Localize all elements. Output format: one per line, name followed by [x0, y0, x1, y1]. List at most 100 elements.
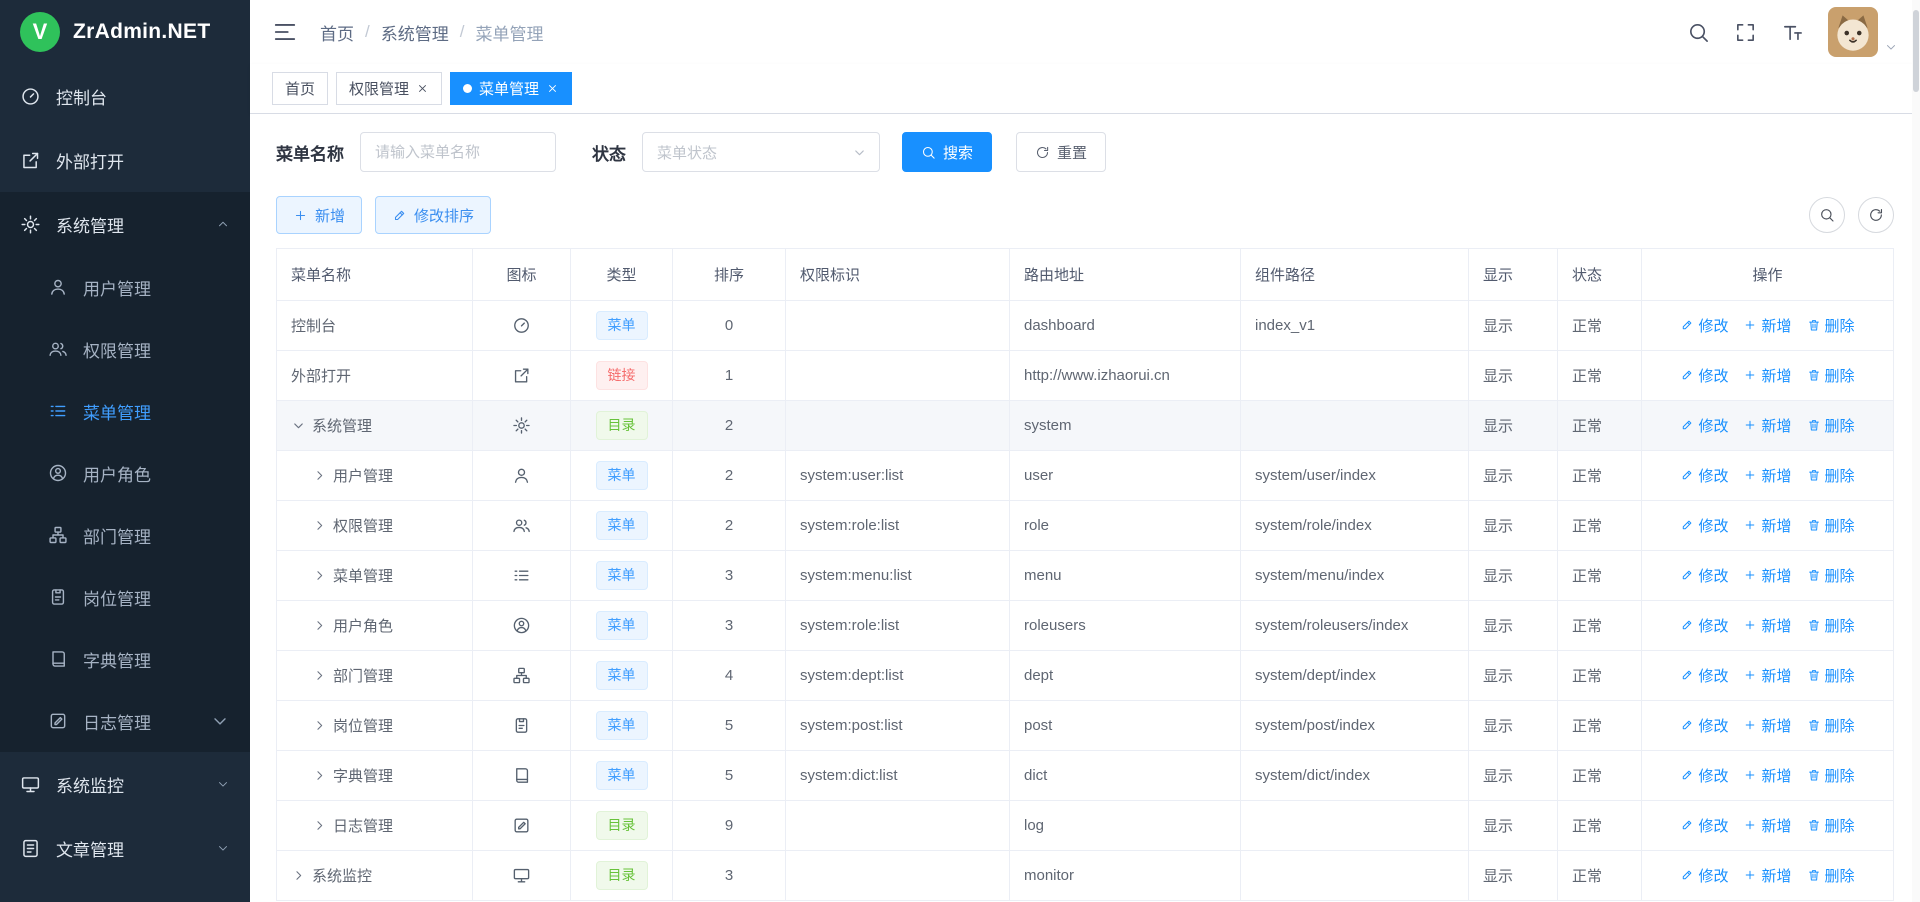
navbar-search-button[interactable] [1687, 21, 1710, 44]
app-logo[interactable]: V ZrAdmin.NET [0, 0, 250, 64]
breadcrumb-separator: / [460, 22, 465, 42]
row-edit-link[interactable]: 修改 [1680, 865, 1728, 886]
row-delete-link[interactable]: 删除 [1807, 815, 1855, 836]
perm-cell [786, 301, 1010, 351]
reset-button-label: 重置 [1057, 142, 1087, 163]
row-edit-link[interactable]: 修改 [1680, 465, 1728, 486]
row-add-link[interactable]: 新增 [1743, 715, 1791, 736]
row-delete-link[interactable]: 删除 [1807, 665, 1855, 686]
font-size-button[interactable] [1781, 21, 1804, 44]
dict-icon [48, 649, 68, 669]
type-tag: 菜单 [596, 561, 648, 589]
plus-icon [1743, 818, 1757, 832]
chevron-right-icon[interactable] [312, 618, 327, 633]
breadcrumb-item[interactable]: 首页 [320, 20, 354, 45]
row-edit-link[interactable]: 修改 [1680, 765, 1728, 786]
log-icon [48, 711, 68, 731]
row-add-link[interactable]: 新增 [1743, 365, 1791, 386]
row-add-link[interactable]: 新增 [1743, 765, 1791, 786]
table-row: 岗位管理菜单5system:post:listpostsystem/post/i… [277, 701, 1894, 751]
sidebar-item-post[interactable]: 岗位管理 [0, 566, 250, 628]
chevron-right-icon[interactable] [312, 568, 327, 583]
row-add-link[interactable]: 新增 [1743, 615, 1791, 636]
sidebar-item-dict[interactable]: 字典管理 [0, 628, 250, 690]
sidebar-item-log[interactable]: 日志管理 [0, 690, 250, 752]
row-add-link[interactable]: 新增 [1743, 665, 1791, 686]
breadcrumb-item[interactable]: 系统管理 [381, 20, 449, 45]
toggle-search-button[interactable] [1809, 197, 1845, 233]
delete-icon [1807, 868, 1821, 882]
row-add-link[interactable]: 新增 [1743, 315, 1791, 336]
page-scrollbar-thumb[interactable] [1913, 10, 1919, 92]
menu-name: 用户角色 [333, 615, 393, 636]
chevron-right-icon[interactable] [312, 668, 327, 683]
row-add-link[interactable]: 新增 [1743, 465, 1791, 486]
article-icon [20, 838, 41, 859]
user-avatar[interactable] [1828, 7, 1878, 57]
close-icon[interactable] [546, 82, 559, 95]
status-select[interactable]: 菜单状态 [642, 132, 880, 172]
chevron-right-icon[interactable] [312, 718, 327, 733]
row-edit-link[interactable]: 修改 [1680, 415, 1728, 436]
order-cell: 3 [673, 601, 786, 651]
sidebar-item-dashboard[interactable]: 控制台 [0, 64, 250, 128]
menu-name-input[interactable] [360, 132, 556, 172]
row-edit-link[interactable]: 修改 [1680, 365, 1728, 386]
row-edit-link[interactable]: 修改 [1680, 715, 1728, 736]
row-delete-link[interactable]: 删除 [1807, 315, 1855, 336]
chevron-right-icon[interactable] [312, 518, 327, 533]
row-delete-link[interactable]: 删除 [1807, 465, 1855, 486]
sidebar-item-list[interactable]: 菜单管理 [0, 380, 250, 442]
add-button[interactable]: 新增 [276, 196, 362, 234]
tab-1[interactable]: 权限管理 [336, 72, 442, 105]
row-delete-link[interactable]: 删除 [1807, 615, 1855, 636]
row-add-link[interactable]: 新增 [1743, 565, 1791, 586]
row-delete-link[interactable]: 删除 [1807, 415, 1855, 436]
sidebar-item-tree[interactable]: 部门管理 [0, 504, 250, 566]
list-icon [512, 566, 531, 585]
close-icon[interactable] [416, 82, 429, 95]
row-add-link[interactable]: 新增 [1743, 515, 1791, 536]
table-refresh-button[interactable] [1858, 197, 1894, 233]
sidebar-toggle-button[interactable] [272, 19, 298, 45]
row-delete-link[interactable]: 删除 [1807, 865, 1855, 886]
sidebar-item-users[interactable]: 权限管理 [0, 318, 250, 380]
sidebar-item-article[interactable]: 文章管理 [0, 816, 250, 880]
reset-button[interactable]: 重置 [1016, 132, 1106, 172]
row-add-link[interactable]: 新增 [1743, 415, 1791, 436]
breadcrumb-item[interactable]: 菜单管理 [475, 20, 543, 45]
visible-cell: 显示 [1469, 551, 1558, 601]
sort-edit-button[interactable]: 修改排序 [375, 196, 491, 234]
chevron-right-icon[interactable] [312, 768, 327, 783]
row-edit-link[interactable]: 修改 [1680, 665, 1728, 686]
sidebar-item-user[interactable]: 用户管理 [0, 256, 250, 318]
row-edit-link[interactable]: 修改 [1680, 815, 1728, 836]
row-delete-link[interactable]: 删除 [1807, 765, 1855, 786]
row-delete-link[interactable]: 删除 [1807, 565, 1855, 586]
tab-0[interactable]: 首页 [272, 72, 328, 105]
sidebar-item-monitor[interactable]: 系统监控 [0, 752, 250, 816]
sidebar-item-userrole[interactable]: 用户角色 [0, 442, 250, 504]
order-cell: 5 [673, 751, 786, 801]
chevron-right-icon[interactable] [312, 468, 327, 483]
fullscreen-button[interactable] [1734, 21, 1757, 44]
row-edit-link[interactable]: 修改 [1680, 565, 1728, 586]
sidebar-item-external[interactable]: 外部打开 [0, 128, 250, 192]
row-delete-link[interactable]: 删除 [1807, 365, 1855, 386]
sidebar-item-gear[interactable]: 系统管理 [0, 192, 250, 256]
user-menu-caret[interactable] [1884, 40, 1898, 54]
row-edit-link[interactable]: 修改 [1680, 515, 1728, 536]
chevron-down-icon[interactable] [291, 418, 306, 433]
chevron-right-icon[interactable] [291, 868, 306, 883]
row-delete-link[interactable]: 删除 [1807, 715, 1855, 736]
chevron-right-icon[interactable] [312, 818, 327, 833]
row-edit-link[interactable]: 修改 [1680, 315, 1728, 336]
row-edit-link[interactable]: 修改 [1680, 615, 1728, 636]
search-button[interactable]: 搜索 [902, 132, 992, 172]
row-add-link[interactable]: 新增 [1743, 865, 1791, 886]
row-add-link[interactable]: 新增 [1743, 815, 1791, 836]
tab-2[interactable]: 菜单管理 [450, 72, 572, 105]
type-tag: 链接 [596, 361, 648, 389]
row-delete-link[interactable]: 删除 [1807, 515, 1855, 536]
sidebar-item-label: 系统监控 [56, 772, 124, 797]
